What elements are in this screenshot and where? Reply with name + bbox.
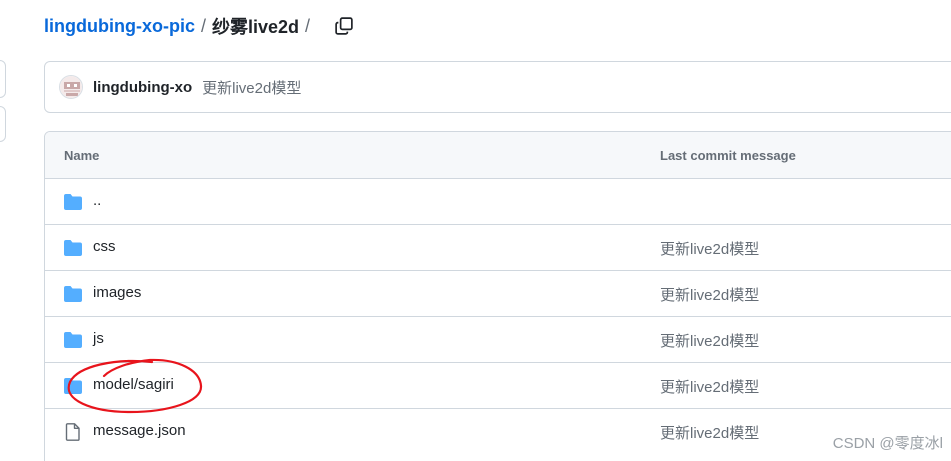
commit-message[interactable]: 更新live2d模型 — [660, 376, 759, 397]
avatar[interactable] — [59, 75, 83, 99]
file-table: Name Last commit message .. css 更新live2d… — [44, 131, 951, 461]
table-row[interactable]: css 更新live2d模型 — [45, 225, 951, 271]
breadcrumb: lingdubing-xo-pic / 纱雾live2d / — [44, 14, 358, 38]
file-name[interactable]: images — [93, 284, 141, 301]
table-row[interactable]: .. — [45, 179, 951, 225]
file-icon — [65, 423, 80, 441]
file-name[interactable]: css — [93, 238, 116, 255]
commit-message[interactable]: 更新live2d模型 — [660, 330, 759, 351]
file-name[interactable]: model/sagiri — [93, 376, 174, 393]
table-row[interactable]: model/sagiri 更新live2d模型 — [45, 363, 951, 409]
folder-icon — [64, 286, 82, 302]
sidebar-stub — [0, 106, 6, 142]
table-row[interactable]: message.json 更新live2d模型 — [45, 409, 951, 455]
folder-icon — [64, 240, 82, 256]
file-name[interactable]: js — [93, 330, 104, 347]
breadcrumb-separator: / — [200, 15, 206, 36]
commit-message[interactable]: 更新live2d模型 — [202, 77, 301, 98]
commit-message[interactable]: 更新live2d模型 — [660, 284, 759, 305]
breadcrumb-current-folder: 纱雾live2d — [212, 17, 300, 37]
latest-commit-bar: lingdubing-xo 更新live2d模型 — [44, 61, 951, 113]
folder-icon — [64, 332, 82, 348]
folder-icon — [64, 378, 82, 394]
file-name[interactable]: message.json — [93, 422, 186, 439]
file-name[interactable]: .. — [93, 192, 101, 209]
table-row[interactable]: images 更新live2d模型 — [45, 271, 951, 317]
commit-message[interactable]: 更新live2d模型 — [660, 422, 759, 443]
breadcrumb-repo-link[interactable]: lingdubing-xo-pic — [44, 16, 195, 37]
folder-icon — [64, 194, 82, 210]
breadcrumb-separator: / — [305, 15, 311, 36]
copy-icon — [335, 17, 353, 35]
watermark: CSDN @零度冰l — [832, 435, 943, 452]
table-row[interactable]: js 更新live2d模型 — [45, 317, 951, 363]
copy-path-button[interactable] — [330, 12, 358, 40]
table-header: Name Last commit message — [45, 132, 951, 179]
column-header-last-commit: Last commit message — [660, 148, 796, 163]
commit-message[interactable]: 更新live2d模型 — [660, 238, 759, 259]
avatar-icon — [60, 76, 82, 98]
column-header-name: Name — [64, 148, 100, 163]
commit-author[interactable]: lingdubing-xo — [93, 79, 192, 96]
sidebar-stub — [0, 60, 6, 98]
